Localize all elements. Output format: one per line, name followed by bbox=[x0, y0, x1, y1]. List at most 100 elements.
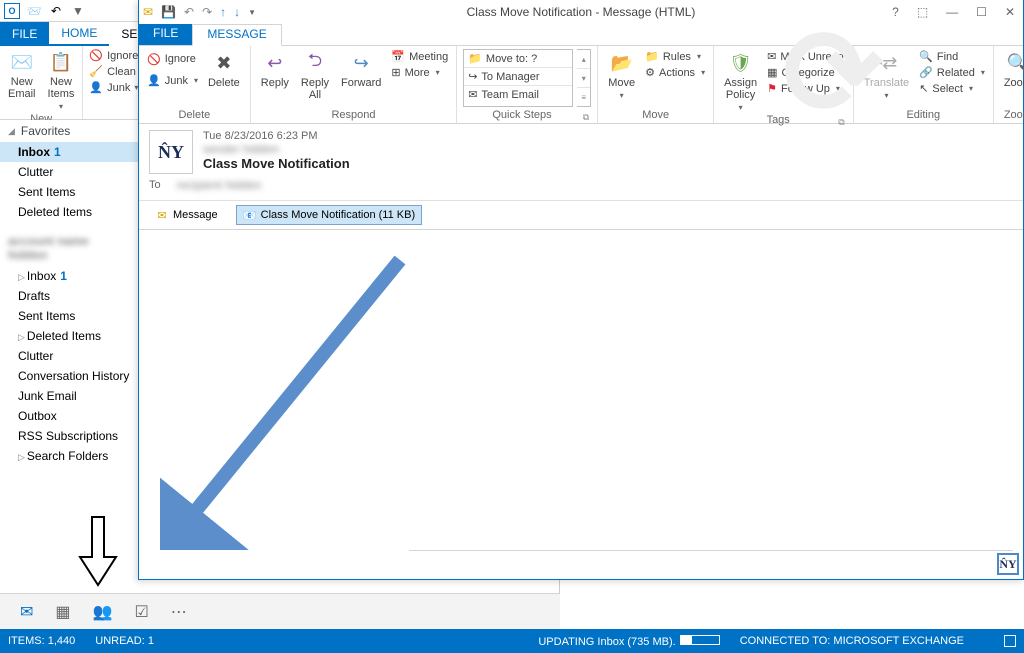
nav-inbox[interactable]: ▷Inbox1 bbox=[0, 266, 138, 286]
flag-icon: ⚑ bbox=[767, 82, 777, 95]
mark-unread-button[interactable]: ✉Mark Unread bbox=[765, 49, 847, 64]
outlook-app-icon: O bbox=[4, 3, 20, 19]
nav-conversation-history[interactable]: Conversation History bbox=[0, 366, 138, 386]
switch-people-icon[interactable]: 👥 bbox=[93, 602, 113, 622]
qs-team-email[interactable]: ✉Team Email bbox=[464, 86, 572, 103]
policy-icon: 🛡 bbox=[729, 51, 753, 75]
qs-to-manager[interactable]: ↪To Manager bbox=[464, 68, 572, 86]
favorites-header[interactable]: ◢Favorites bbox=[0, 120, 138, 142]
msg-tab-file[interactable]: FILE bbox=[139, 24, 192, 45]
forward-button[interactable]: ↪Forward bbox=[337, 49, 385, 103]
save-icon[interactable]: 💾 bbox=[161, 5, 176, 19]
undo-icon[interactable]: ↶ bbox=[48, 3, 64, 19]
qat-dropdown-icon[interactable]: ▼ bbox=[70, 3, 86, 19]
team-icon: ✉ bbox=[468, 88, 477, 101]
minimize-button[interactable]: — bbox=[942, 5, 962, 19]
close-button[interactable]: ✕ bbox=[1001, 5, 1019, 19]
nav-sent-fav[interactable]: Sent Items bbox=[0, 182, 138, 202]
tags-launcher-icon[interactable]: ⧉ bbox=[836, 117, 846, 128]
maximize-button[interactable]: ☐ bbox=[972, 5, 991, 19]
clean-button[interactable]: 🧹Clean bbox=[87, 64, 140, 79]
nav-drafts[interactable]: Drafts bbox=[0, 286, 138, 306]
actions-button[interactable]: ⚙Actions▾ bbox=[643, 65, 707, 80]
categorize-icon: ▦ bbox=[767, 66, 777, 79]
move-button[interactable]: 📂Move▾ bbox=[604, 49, 639, 102]
new-email-button[interactable]: ✉️New Email bbox=[4, 48, 40, 113]
mail-icon: ✉️ bbox=[10, 50, 34, 74]
switch-more-icon[interactable]: ⋯ bbox=[171, 602, 187, 622]
switch-tasks-icon[interactable]: ☑ bbox=[134, 602, 148, 622]
reply-button[interactable]: ↩Reply bbox=[257, 49, 293, 103]
delete-x-icon: ✖ bbox=[212, 51, 236, 75]
more-icon: ⊞ bbox=[391, 66, 400, 79]
status-items: ITEMS: 1,440 bbox=[8, 635, 75, 647]
nav-deleted[interactable]: ▷Deleted Items bbox=[0, 326, 138, 346]
delete-button[interactable]: ✖Delete bbox=[204, 49, 244, 91]
account-name[interactable]: account name hidden bbox=[0, 230, 138, 266]
nav-clutter[interactable]: Clutter bbox=[0, 346, 138, 366]
ignore-button-main[interactable]: 🚫Ignore bbox=[87, 48, 140, 63]
find-icon: 🔍 bbox=[919, 50, 933, 63]
group-quicksteps-label: Quick Steps bbox=[463, 109, 581, 123]
zoom-icon: 🔍 bbox=[1006, 51, 1024, 75]
nav-deleted-fav[interactable]: Deleted Items bbox=[0, 202, 138, 222]
tab-file[interactable]: FILE bbox=[0, 22, 49, 46]
nav-clutter-fav[interactable]: Clutter bbox=[0, 162, 138, 182]
more-respond-button[interactable]: ⊞More▾ bbox=[389, 65, 450, 80]
next-item-icon[interactable]: ↓ bbox=[234, 5, 240, 19]
qs-scroll[interactable]: ▴▾≡ bbox=[577, 49, 591, 107]
ignore-icon-msg: 🚫 bbox=[147, 53, 161, 66]
find-button[interactable]: 🔍Find bbox=[917, 49, 987, 64]
help-icon[interactable]: ? bbox=[888, 5, 903, 19]
msg-tab-message[interactable]: MESSAGE bbox=[192, 24, 281, 46]
move-folder-icon: 📂 bbox=[610, 51, 634, 75]
rules-button[interactable]: 📁Rules▾ bbox=[643, 49, 707, 64]
msg-qat-dropdown-icon[interactable]: ▼ bbox=[248, 8, 256, 17]
nav-outbox[interactable]: Outbox bbox=[0, 406, 138, 426]
new-items-button[interactable]: 📋New Items▾ bbox=[44, 48, 79, 113]
nav-search-folders[interactable]: ▷Search Folders bbox=[0, 446, 138, 466]
qs-move-to[interactable]: 📁Move to: ? bbox=[464, 50, 572, 68]
nav-sent[interactable]: Sent Items bbox=[0, 306, 138, 326]
actions-icon: ⚙ bbox=[645, 66, 655, 79]
translate-button[interactable]: ᵃ⇄Translate▾ bbox=[860, 49, 913, 102]
message-tab-icon: ✉ bbox=[155, 208, 169, 222]
junk-button[interactable]: 👤Junk▾ bbox=[145, 73, 200, 88]
group-tags-label: Tags bbox=[720, 114, 836, 128]
send-receive-icon[interactable]: 📨 bbox=[26, 3, 42, 19]
contact-photo-icon[interactable]: N̂Y bbox=[997, 553, 1019, 575]
switch-calendar-icon[interactable]: ▦ bbox=[55, 602, 70, 622]
group-move-label: Move bbox=[604, 109, 707, 123]
attachment-item[interactable]: 📧 Class Move Notification (11 KB) bbox=[236, 205, 422, 225]
redo-msg-icon[interactable]: ↷ bbox=[202, 5, 212, 19]
nav-inbox-fav[interactable]: Inbox1 bbox=[0, 142, 138, 162]
zoom-button[interactable]: 🔍Zoom bbox=[1000, 49, 1024, 91]
meeting-button[interactable]: 📅Meeting bbox=[389, 49, 450, 64]
quicksteps-launcher-icon[interactable]: ⧉ bbox=[581, 112, 591, 123]
undo-msg-icon[interactable]: ↶ bbox=[184, 5, 194, 19]
categorize-button[interactable]: ▦Categorize▾ bbox=[765, 65, 847, 80]
attachment-name: Class Move Notification (11 KB) bbox=[261, 209, 415, 221]
ignore-button[interactable]: 🚫Ignore bbox=[145, 52, 200, 67]
attachment-tab-message[interactable]: ✉ Message bbox=[149, 205, 224, 225]
mail-qat-icon: ✉ bbox=[143, 5, 153, 19]
junk-button-main[interactable]: 👤Junk▾ bbox=[87, 80, 140, 95]
nav-rss[interactable]: RSS Subscriptions bbox=[0, 426, 138, 446]
quick-steps-gallery[interactable]: 📁Move to: ? ↪To Manager ✉Team Email bbox=[463, 49, 573, 107]
nav-junk[interactable]: Junk Email bbox=[0, 386, 138, 406]
followup-button[interactable]: ⚑Follow Up▾ bbox=[765, 81, 847, 96]
group-respond-label: Respond bbox=[257, 109, 450, 123]
group-delete-label: Delete bbox=[145, 109, 244, 123]
message-timestamp: Tue 8/23/2016 6:23 PM bbox=[203, 130, 1013, 142]
items-icon: 📋 bbox=[49, 50, 73, 74]
assign-policy-button[interactable]: 🛡Assign Policy▾ bbox=[720, 49, 761, 114]
reply-all-button[interactable]: ⮌Reply All bbox=[297, 49, 333, 103]
ribbon-options-icon[interactable]: ⬚ bbox=[913, 5, 932, 19]
select-button[interactable]: ↖Select▾ bbox=[917, 81, 987, 96]
tab-home[interactable]: HOME bbox=[49, 22, 109, 46]
switch-mail-icon[interactable]: ✉ bbox=[20, 602, 33, 622]
prev-item-icon[interactable]: ↑ bbox=[220, 5, 226, 19]
related-button[interactable]: 🔗Related▾ bbox=[917, 65, 987, 80]
folder-move-icon: 📁 bbox=[468, 52, 482, 65]
status-square-icon[interactable] bbox=[1004, 635, 1016, 647]
